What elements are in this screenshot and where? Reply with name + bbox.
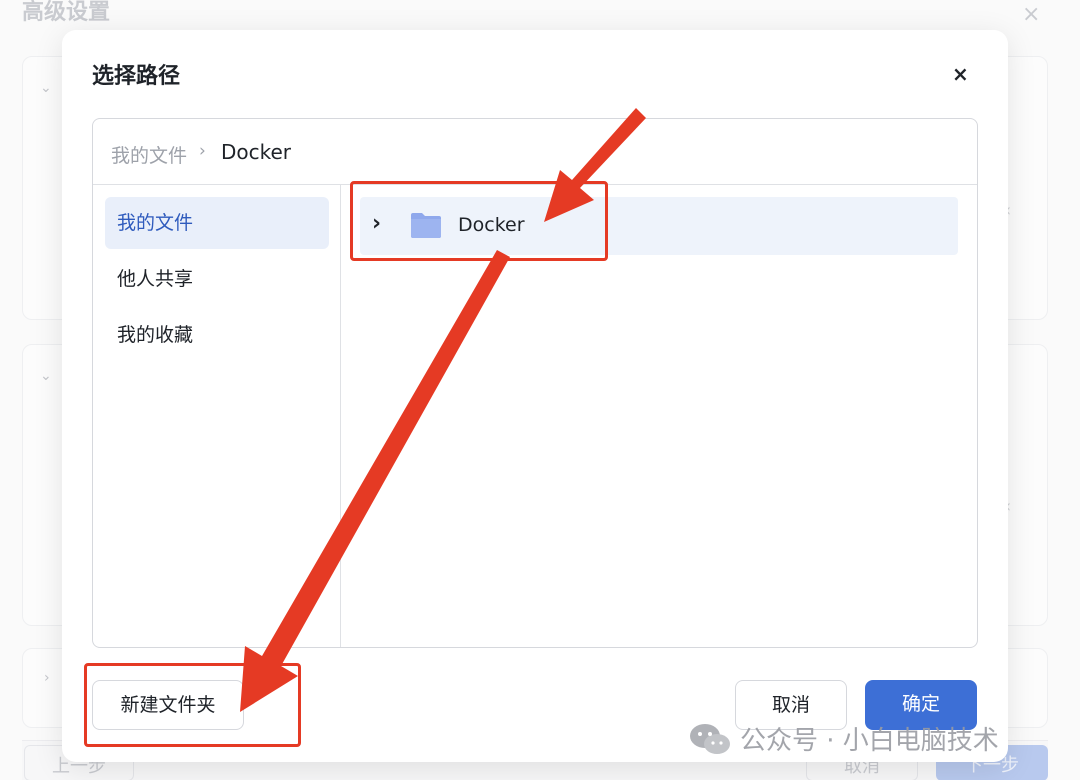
sidebar-item-shared[interactable]: 他人共享	[105, 253, 329, 305]
watermark: 公众号 · 小白电脑技术	[688, 720, 999, 757]
sidebar-item-favorites[interactable]: 我的收藏	[105, 309, 329, 361]
chevron-down-icon: ⌄	[40, 80, 52, 96]
breadcrumb-current: Docker	[221, 140, 292, 164]
chevron-down-icon: ⌄	[40, 368, 52, 384]
watermark-text: 公众号 · 小白电脑技术	[740, 726, 999, 756]
select-path-dialog: 选择路径 × 我的文件 › Docker 我的文件 他人共享 我的收藏 › Do…	[62, 30, 1008, 762]
breadcrumb: 我的文件 › Docker	[93, 119, 977, 185]
wechat-icon	[690, 723, 730, 754]
location-sidebar: 我的文件 他人共享 我的收藏	[93, 185, 341, 647]
sidebar-item-my-files[interactable]: 我的文件	[105, 197, 329, 249]
breadcrumb-separator-icon: ›	[199, 141, 206, 161]
background-close-icon[interactable]: ×	[1022, 2, 1040, 27]
chevron-right-icon: ›	[44, 670, 50, 686]
highlight-box-new-folder	[84, 663, 301, 747]
dialog-title: 选择路径	[92, 64, 181, 89]
breadcrumb-root[interactable]: 我的文件	[111, 141, 187, 168]
close-icon[interactable]: ×	[952, 62, 969, 86]
highlight-box-docker-folder	[350, 181, 608, 261]
background-title: 高级设置	[22, 0, 111, 25]
